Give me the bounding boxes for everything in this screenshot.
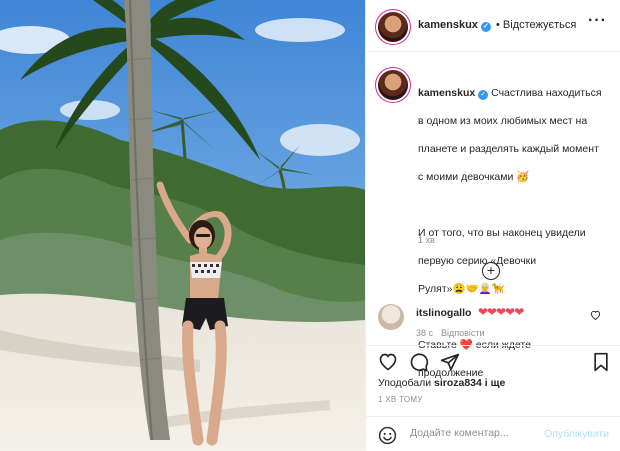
instagram-post-modal: kamenskux ✓ • Відстежується ··· kamenskux… [0, 0, 620, 451]
comment-time[interactable]: 38 с [416, 328, 433, 338]
comment-input[interactable] [410, 427, 540, 439]
reply-button[interactable]: Відповісти [441, 328, 485, 338]
author-avatar[interactable] [378, 12, 408, 42]
likes-summary: Уподобали siroza834 і ще [378, 377, 505, 389]
commenter-avatar[interactable] [378, 304, 404, 330]
heart-outline-icon[interactable] [378, 352, 398, 375]
action-bar [366, 345, 620, 381]
caption-line [418, 198, 614, 212]
more-horizontal-icon[interactable]: ··· [588, 12, 607, 30]
heart-outline-icon[interactable] [590, 310, 601, 323]
likes-others-link[interactable]: і ще [485, 377, 506, 389]
publish-button[interactable]: Опублікувати [544, 428, 609, 440]
author-username-text[interactable]: kamenskux [418, 19, 478, 31]
caption-line: в одном из моих любимых мест на [418, 115, 588, 127]
likes-user[interactable]: siroza834 [434, 377, 482, 389]
beach-photo-illustration [0, 0, 365, 451]
plus-circle-icon[interactable]: + [482, 262, 500, 280]
caption-username[interactable]: kamenskux [418, 87, 475, 99]
caption-line: И от того, что вы наконец увидели [418, 227, 586, 239]
caption-line: Рулят»😩🤝👩‍🦳🦮 [418, 283, 505, 295]
follow-status[interactable]: • Відстежується [496, 19, 576, 31]
post-side-panel: kamenskux ✓ • Відстежується ··· kamenskux… [365, 0, 620, 451]
emoji-smile-icon[interactable] [378, 426, 397, 448]
likes-prefix: Уподобали [378, 377, 432, 389]
verified-badge-icon: ✓ [478, 90, 489, 100]
caption-line: первую серию «Девочки [418, 255, 537, 267]
comment-item: itslinogallo ❤❤❤❤❤ 38 с Відповісти [366, 302, 620, 346]
author-username[interactable]: kamenskux ✓ [418, 19, 491, 32]
bookmark-icon[interactable] [592, 352, 610, 375]
verified-badge-icon: ✓ [480, 22, 491, 32]
post-timeago[interactable]: 1 ХВ ТОМУ [378, 395, 423, 404]
caption-line-text: Счастлива находиться [491, 87, 602, 99]
caption-line: планете и разделять каждый момент [418, 143, 599, 155]
caption-author-avatar[interactable] [378, 70, 408, 100]
caption-line: kamenskux ✓ Счастлива находиться [418, 86, 614, 100]
post-photo[interactable] [0, 0, 365, 451]
commenter-username[interactable]: itslinogallo [416, 307, 471, 319]
comment-text: ❤❤❤❤❤ [478, 305, 524, 319]
caption-time[interactable]: 1 хв [418, 235, 435, 245]
post-header: kamenskux ✓ • Відстежується ··· [366, 0, 620, 52]
caption-line: с моими девочками 🥳 [418, 171, 530, 183]
comment-meta: 38 с Відповісти [416, 328, 485, 338]
add-comment-bar: Опублікувати [366, 416, 620, 451]
comment-icon[interactable] [409, 352, 429, 375]
share-icon[interactable] [440, 352, 460, 375]
